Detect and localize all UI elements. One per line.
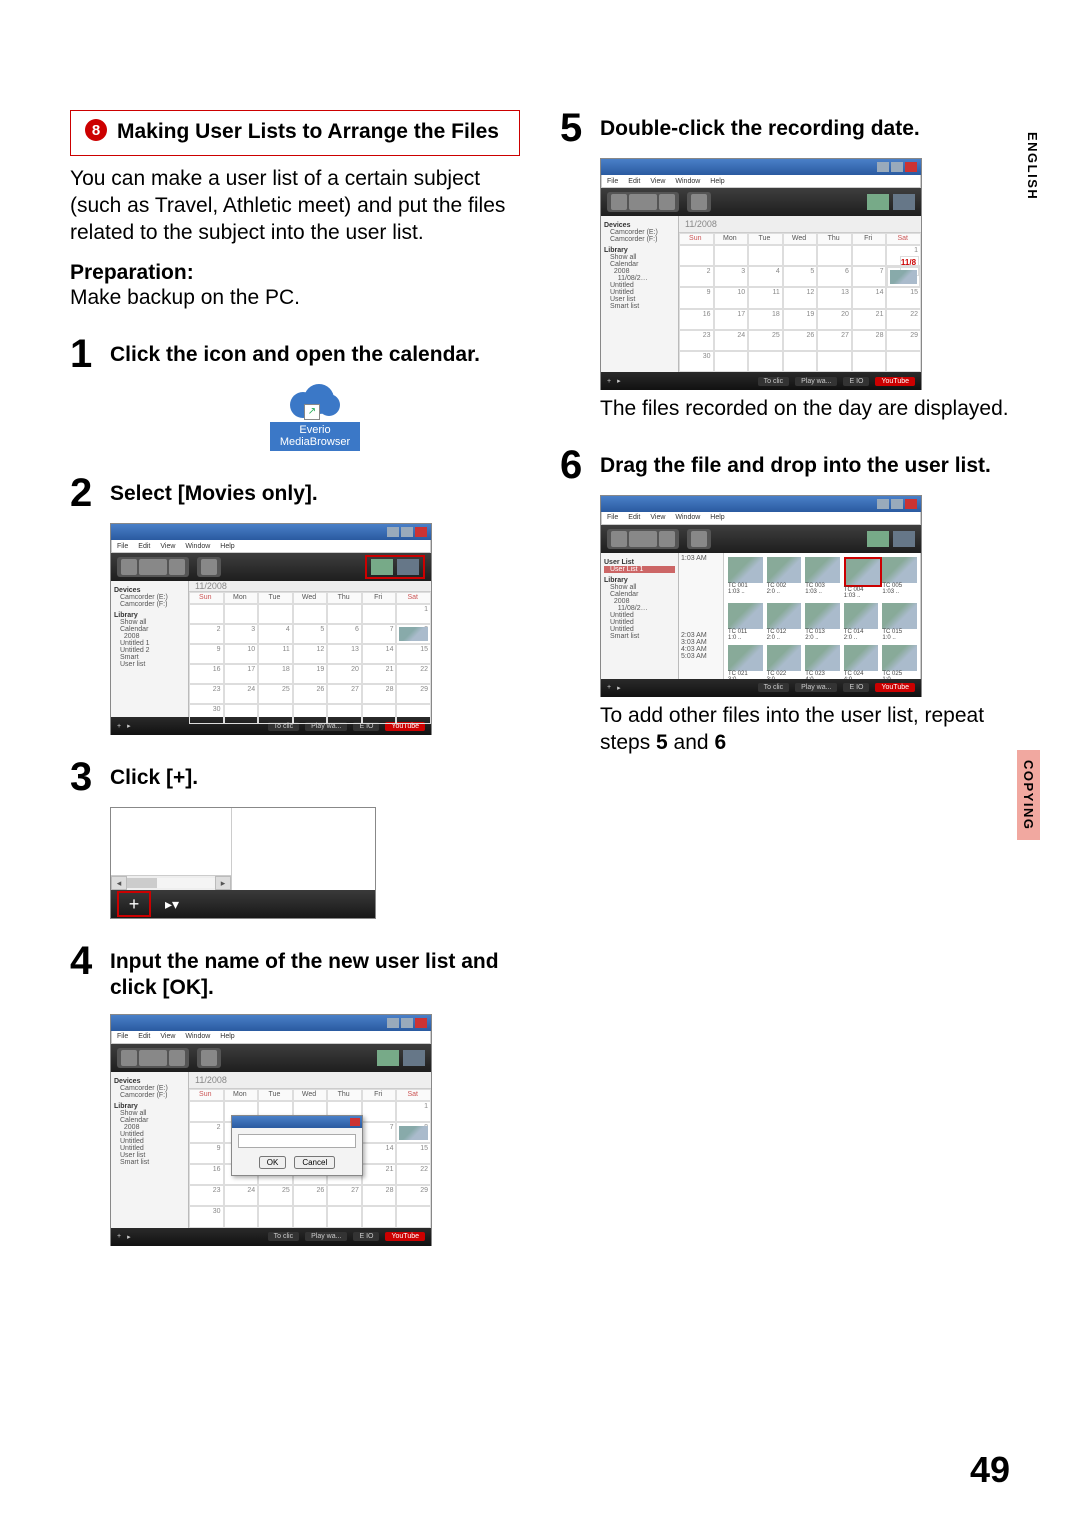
mediabrowser-window-dialog[interactable]: FileEditViewWindowHelp Devices Camcorder… — [110, 1014, 432, 1246]
step-5: 5 Double-click the recording date. — [560, 110, 1010, 146]
mediabrowser-window-thumbs[interactable]: FileEditViewWindowHelp User List User Li… — [600, 495, 922, 697]
cancel-button[interactable]: Cancel — [294, 1156, 335, 1169]
step-number: 6 — [560, 447, 586, 483]
step-title: Drag the file and drop into the user lis… — [600, 447, 991, 479]
step-title: Click [+]. — [110, 759, 198, 791]
manual-page: ENGLISH COPYING 8 Making User Lists to A… — [0, 0, 1080, 1535]
step-number: 5 — [560, 110, 586, 146]
toolbar[interactable] — [111, 553, 431, 581]
intro-text: You can make a user list of a certain su… — [70, 166, 520, 247]
step1-image: ↗ Everio MediaBrowser — [110, 384, 520, 451]
play-button[interactable]: ▸▾ — [157, 893, 187, 915]
step-6: 6 Drag the file and drop into the user l… — [560, 447, 1010, 483]
step-title: Select [Movies only]. — [110, 475, 318, 507]
ok-button[interactable]: OK — [259, 1156, 287, 1169]
sidetab-english: ENGLISH — [1025, 132, 1040, 200]
step6-body: To add other files into the user list, r… — [600, 703, 1010, 757]
step2-image: FileEditViewWindowHelp — [110, 523, 520, 735]
step-number: 4 — [70, 943, 96, 979]
page-number: 49 — [970, 1449, 1010, 1491]
thumbnail-grid[interactable]: TC 0011:03 .. TC 0022:0 .. TC 0031:03 ..… — [724, 553, 921, 679]
movies-only-selector[interactable] — [365, 555, 425, 579]
step4-image: FileEditViewWindowHelp Devices Camcorder… — [110, 1014, 520, 1246]
step-number: 1 — [70, 336, 96, 372]
step-2: 2 Select [Movies only]. — [70, 475, 520, 511]
step-title: Click the icon and open the calendar. — [110, 336, 480, 368]
side-panel[interactable]: Devices Camcorder (E:) Camcorder (F:) Li… — [111, 581, 189, 717]
callout-box: 8 Making User Lists to Arrange the Files — [70, 110, 520, 156]
shortcut-arrow-icon: ↗ — [304, 404, 320, 420]
scroll-left-icon[interactable]: ◂ — [111, 876, 127, 890]
step-1: 1 Click the icon and open the calendar. — [70, 336, 520, 372]
month-label: 11/2008 — [189, 581, 431, 592]
add-userlist-button[interactable]: + — [117, 891, 151, 917]
step-number: 3 — [70, 759, 96, 795]
icon-label-line2: MediaBrowser — [280, 436, 350, 448]
userlist-name-input[interactable] — [238, 1134, 356, 1148]
calendar-day-selected[interactable]: 11/8 — [886, 266, 921, 287]
mediabrowser-window-date[interactable]: FileEditViewWindowHelp Devices Camcorder… — [600, 158, 922, 390]
new-userlist-dialog[interactable]: OK Cancel — [231, 1115, 363, 1176]
callout-title: Making User Lists to Arrange the Files — [117, 119, 499, 145]
right-column: 5 Double-click the recording date. FileE… — [560, 110, 1010, 1246]
scroll-right-icon[interactable]: ▸ — [215, 876, 231, 890]
step-number: 2 — [70, 475, 96, 511]
calendar[interactable]: 11/2008 SunMonTueWedThuFriSat 1 2345678 … — [189, 581, 431, 717]
step-3: 3 Click [+]. — [70, 759, 520, 795]
sidetab-copying: COPYING — [1017, 750, 1040, 840]
preparation-body: Make backup on the PC. — [70, 286, 300, 309]
step6-image: FileEditViewWindowHelp User List User Li… — [600, 495, 1010, 697]
preparation-label: Preparation: — [70, 261, 194, 284]
step-4: 4 Input the name of the new user list an… — [70, 943, 520, 1002]
step5-body: The files recorded on the day are displa… — [600, 396, 1010, 423]
everio-desktop-icon[interactable]: ↗ Everio MediaBrowser — [270, 384, 360, 451]
step3-image: ◂ ▸ + ▸▾ — [110, 807, 520, 919]
step-title: Input the name of the new user list and … — [110, 943, 520, 1002]
step5-image: FileEditViewWindowHelp Devices Camcorder… — [600, 158, 1010, 390]
left-column: 8 Making User Lists to Arrange the Files… — [70, 110, 520, 1246]
step-title: Double-click the recording date. — [600, 110, 920, 142]
step3-window[interactable]: ◂ ▸ + ▸▾ — [110, 807, 376, 919]
icon-label-line1: Everio — [299, 424, 330, 436]
callout-badge: 8 — [85, 119, 107, 141]
mediabrowser-window[interactable]: FileEditViewWindowHelp — [110, 523, 432, 735]
